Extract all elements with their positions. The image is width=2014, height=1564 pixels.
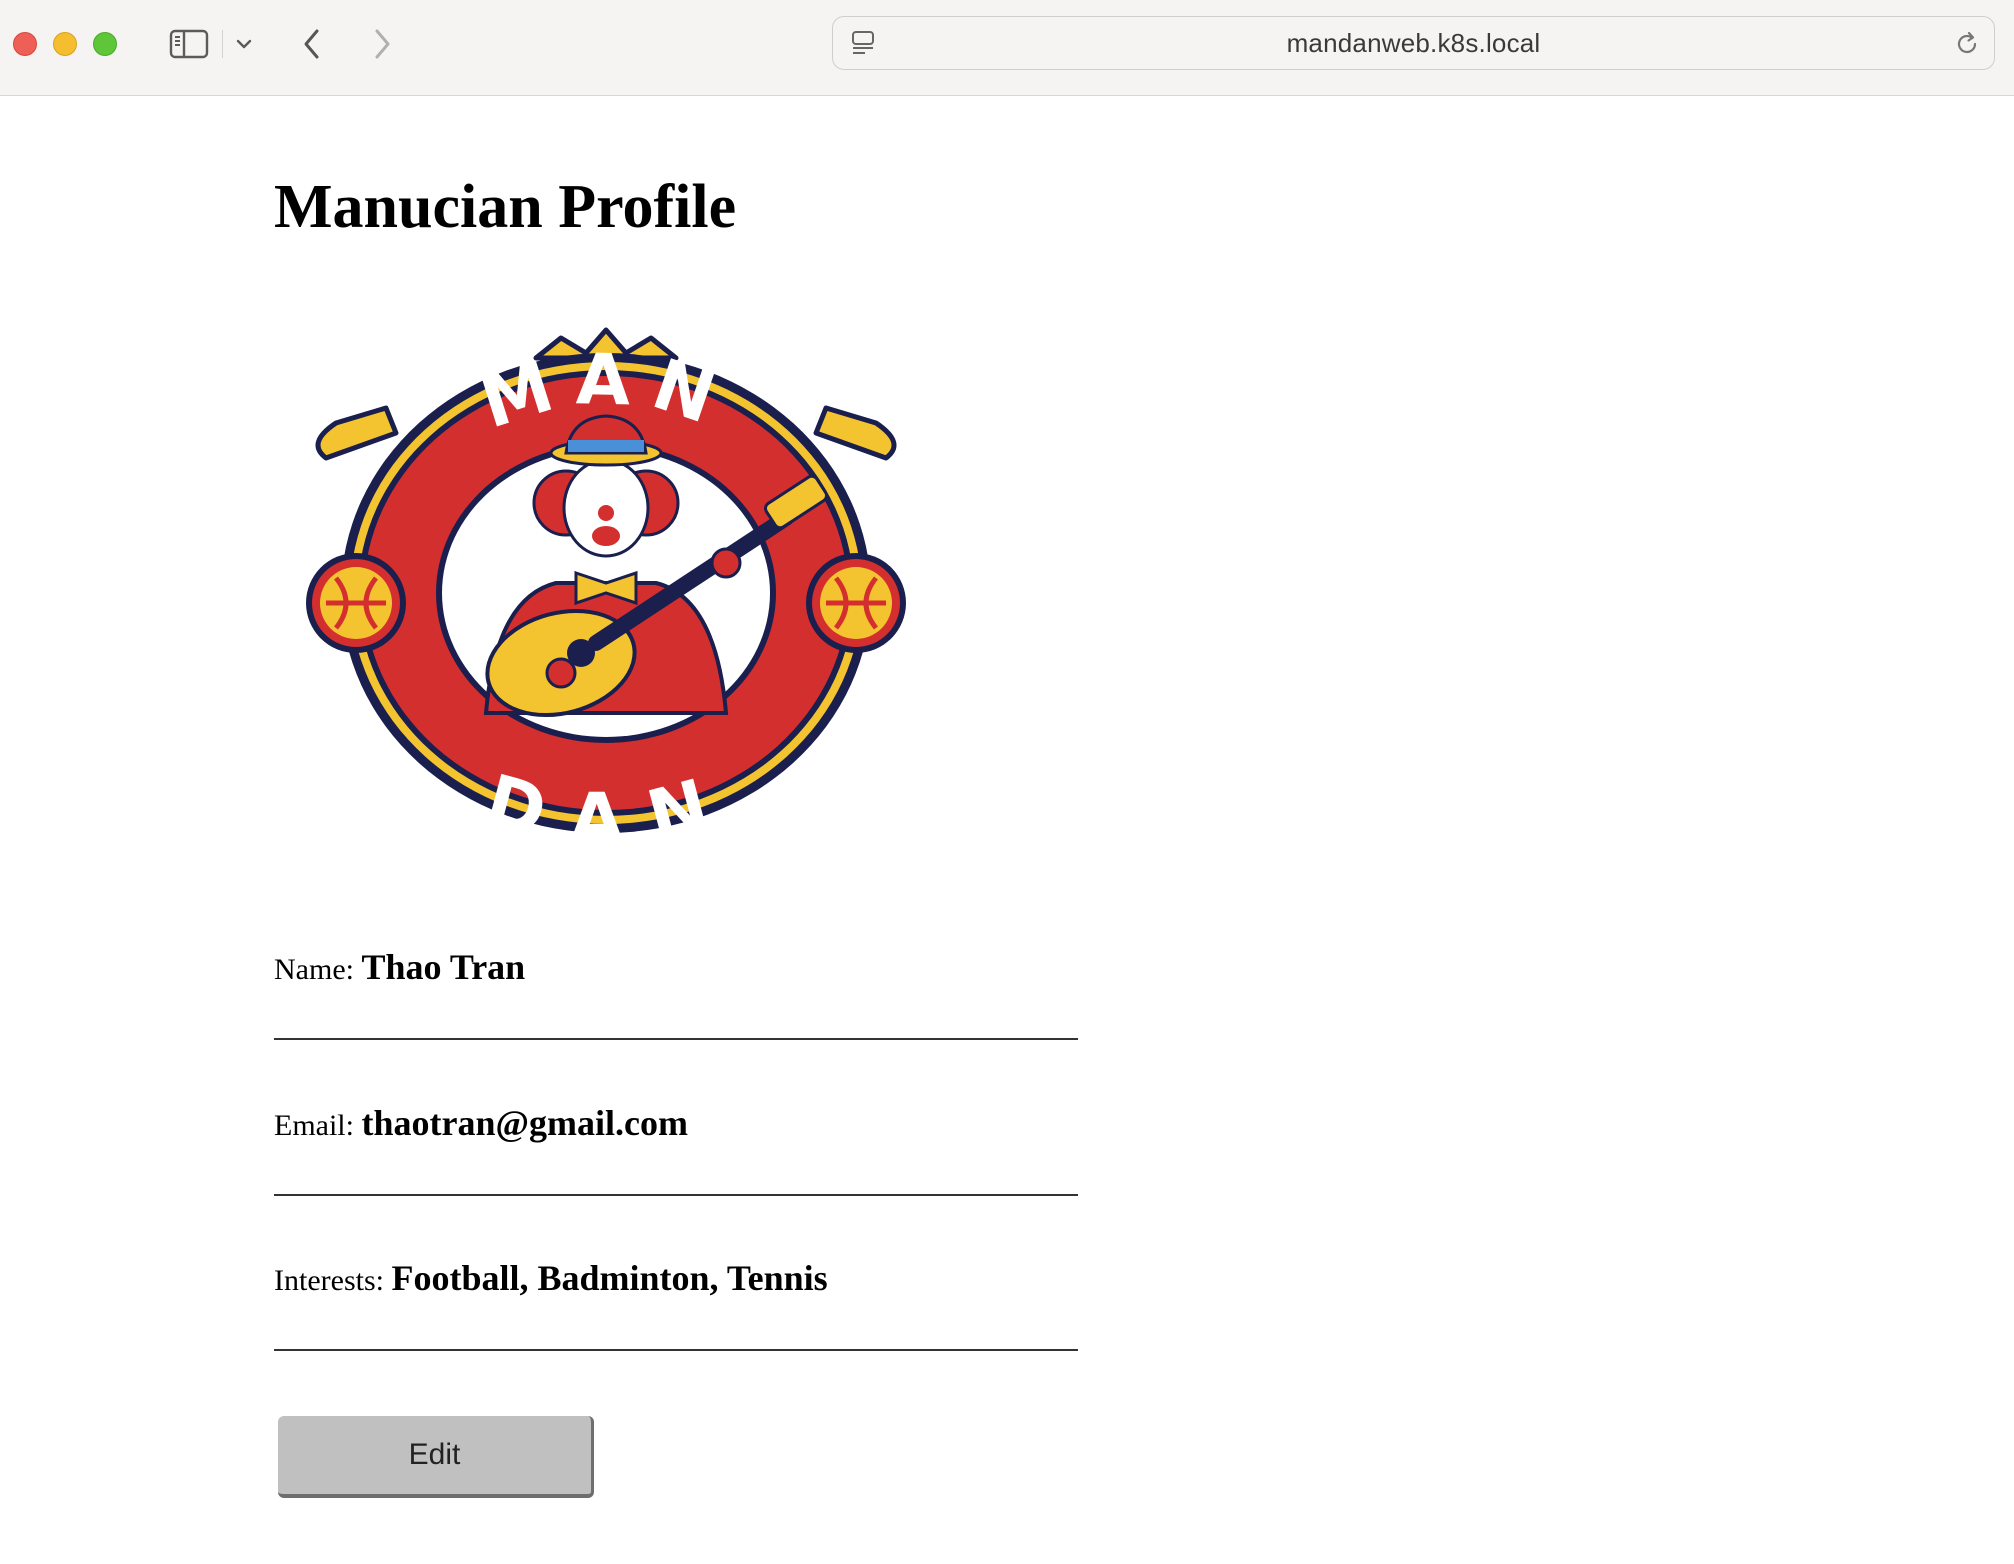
interests-value: Football, Badminton, Tennis bbox=[391, 1258, 828, 1298]
interests-field: Interests: Football, Badminton, Tennis bbox=[274, 1257, 1078, 1351]
chevron-down-icon bbox=[236, 39, 252, 49]
name-label: Name: bbox=[274, 953, 362, 986]
minimize-window-button[interactable] bbox=[53, 32, 77, 56]
toolbar-separator bbox=[222, 30, 223, 58]
close-window-button[interactable] bbox=[13, 32, 37, 56]
page-title: Manucian Profile bbox=[274, 173, 737, 241]
sidebar-toggle-button[interactable] bbox=[166, 24, 212, 64]
url-text[interactable]: mandanweb.k8s.local bbox=[833, 17, 1994, 69]
interests-label: Interests: bbox=[274, 1264, 392, 1297]
edit-button[interactable]: Edit bbox=[278, 1416, 594, 1498]
chevron-left-icon bbox=[304, 29, 319, 59]
browser-toolbar: mandanweb.k8s.local bbox=[0, 0, 2014, 96]
name-field: Name: Thao Tran bbox=[274, 946, 1078, 1040]
name-value: Thao Tran bbox=[361, 947, 526, 987]
sidebar-menu-button[interactable] bbox=[230, 24, 258, 64]
email-field: Email: thaotran@gmail.com bbox=[274, 1102, 1078, 1196]
zoom-window-button[interactable] bbox=[93, 32, 117, 56]
page-content: Manucian Profile MAN DAN Name: Thao Tran… bbox=[0, 96, 2014, 1564]
email-label: Email: bbox=[274, 1109, 362, 1142]
reload-icon[interactable] bbox=[1952, 29, 1982, 59]
chevron-right-icon bbox=[375, 29, 390, 59]
sidebar-icon bbox=[169, 29, 209, 59]
email-value: thaotran@gmail.com bbox=[361, 1103, 688, 1143]
forward-button[interactable] bbox=[362, 24, 402, 64]
address-bar[interactable]: mandanweb.k8s.local bbox=[832, 16, 1995, 70]
mandan-logo: MAN DAN bbox=[306, 327, 906, 858]
back-button[interactable] bbox=[292, 24, 332, 64]
